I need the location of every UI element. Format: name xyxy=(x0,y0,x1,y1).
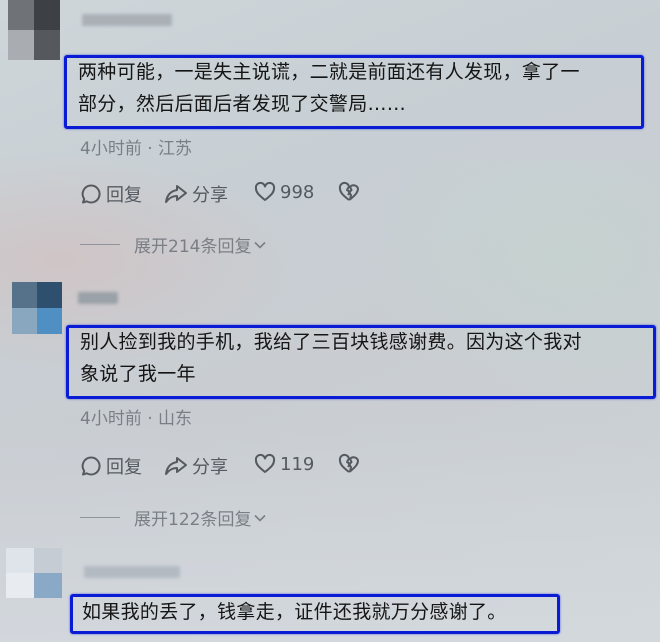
share-label: 分享 xyxy=(192,185,228,206)
divider-line xyxy=(80,244,120,245)
dislike-button[interactable] xyxy=(338,181,360,203)
comment-text-line: 部分，然后后面后者发现了交警局…… xyxy=(78,93,407,115)
share-button[interactable]: 分享 xyxy=(164,181,228,207)
dislike-button[interactable] xyxy=(338,453,360,475)
meta-separator: · xyxy=(147,409,159,429)
like-button[interactable]: 119 xyxy=(254,453,314,475)
username[interactable] xyxy=(82,14,172,26)
reply-button[interactable]: 回复 xyxy=(80,181,142,207)
comment-text-line: 象说了我一年 xyxy=(80,363,196,385)
heart-icon xyxy=(254,453,276,473)
like-count: 119 xyxy=(280,453,315,475)
share-label: 分享 xyxy=(192,457,228,478)
comment-location: 江苏 xyxy=(158,139,193,159)
reply-button[interactable]: 回复 xyxy=(80,453,142,479)
comment-bubble-icon xyxy=(81,456,101,476)
avatar[interactable] xyxy=(6,548,62,598)
share-arrow-icon xyxy=(165,185,187,203)
chevron-down-icon xyxy=(254,514,267,522)
comment-location: 山东 xyxy=(158,409,193,429)
comment-text-line: 如果我的丢了，钱拿走，证件还我就万分感谢了。 xyxy=(82,601,507,623)
avatar[interactable] xyxy=(8,0,60,60)
username[interactable] xyxy=(78,292,118,304)
broken-heart-icon xyxy=(338,181,359,201)
username[interactable] xyxy=(84,566,180,578)
expand-replies[interactable]: 展开122条回复 xyxy=(80,505,267,530)
comment-time: 4小时前 xyxy=(80,409,142,429)
comment-text-line: 两种可能，一是失主说谎，二就是前面还有人发现，拿了一 xyxy=(78,61,580,83)
meta-separator: · xyxy=(147,139,159,159)
share-button[interactable]: 分享 xyxy=(164,453,228,479)
expand-label: 展开122条回复 xyxy=(134,510,252,530)
broken-heart-icon xyxy=(338,453,359,473)
comment-bubble-icon xyxy=(81,184,101,204)
avatar[interactable] xyxy=(12,282,62,334)
like-button[interactable]: 998 xyxy=(254,181,314,203)
expand-label: 展开214条回复 xyxy=(134,237,252,257)
reply-label: 回复 xyxy=(106,185,142,206)
expand-replies[interactable]: 展开214条回复 xyxy=(80,232,267,257)
comment-time: 4小时前 xyxy=(80,139,142,159)
chevron-down-icon xyxy=(254,241,267,249)
divider-line xyxy=(80,517,120,518)
heart-icon xyxy=(254,181,276,201)
like-count: 998 xyxy=(280,181,315,203)
comment-meta: 4小时前 · 山东 xyxy=(80,404,192,429)
reply-label: 回复 xyxy=(106,457,142,478)
comment-meta: 4小时前 · 江苏 xyxy=(80,134,192,159)
share-arrow-icon xyxy=(165,457,187,475)
comment-text-line: 别人捡到我的手机，我给了三百块钱感谢费。因为这个我对 xyxy=(80,331,582,353)
